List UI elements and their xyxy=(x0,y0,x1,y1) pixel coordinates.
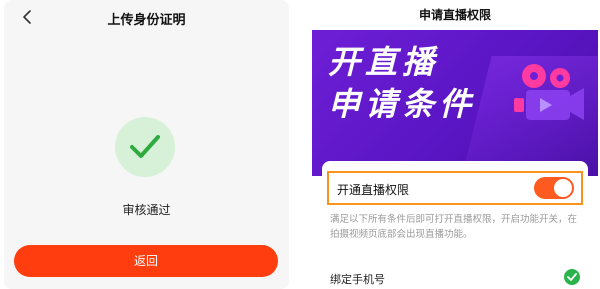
left-header: 上传身份证明 xyxy=(4,0,289,36)
conditions-description: 满足以下所有条件后即可打开直播权限，开启功能开关，在拍摄视频页底部会出现直播功能… xyxy=(330,214,578,240)
condition-label: 绑定手机号 xyxy=(330,273,385,286)
apply-live-permission-screen: 开直播 申请条件 申请直播权限 开通直播权限 满足以下所有条件后即可打开直播权限… xyxy=(312,0,598,289)
banner-headline-line2: 申请条件 xyxy=(328,85,477,123)
return-button[interactable]: 返回 xyxy=(14,245,278,277)
success-check-icon xyxy=(115,117,175,177)
conditions-card: 开通直播权限 满足以下所有条件后即可打开直播权限，开启功能开关，在拍摄视频页底部… xyxy=(322,161,588,289)
review-status-text: 审核通过 xyxy=(122,203,171,217)
page-title: 上传身份证明 xyxy=(107,13,186,28)
live-permission-toggle-row[interactable]: 开通直播权限 xyxy=(327,171,583,205)
condition-bind-phone: 绑定手机号 xyxy=(330,268,580,288)
upload-id-proof-screen: 上传身份证明 审核通过 返回 xyxy=(4,0,289,289)
banner-headline-line1: 开直播 xyxy=(328,43,440,81)
page-title: 申请直播权限 xyxy=(418,8,491,22)
live-permission-switch[interactable] xyxy=(534,177,574,199)
switch-knob xyxy=(554,179,572,197)
right-header: 申请直播权限 xyxy=(312,0,598,30)
movie-camera-icon xyxy=(512,60,586,146)
banner: 开直播 申请条件 xyxy=(312,26,598,176)
toggle-label: 开通直播权限 xyxy=(337,183,410,197)
check-circle-icon xyxy=(564,269,580,285)
